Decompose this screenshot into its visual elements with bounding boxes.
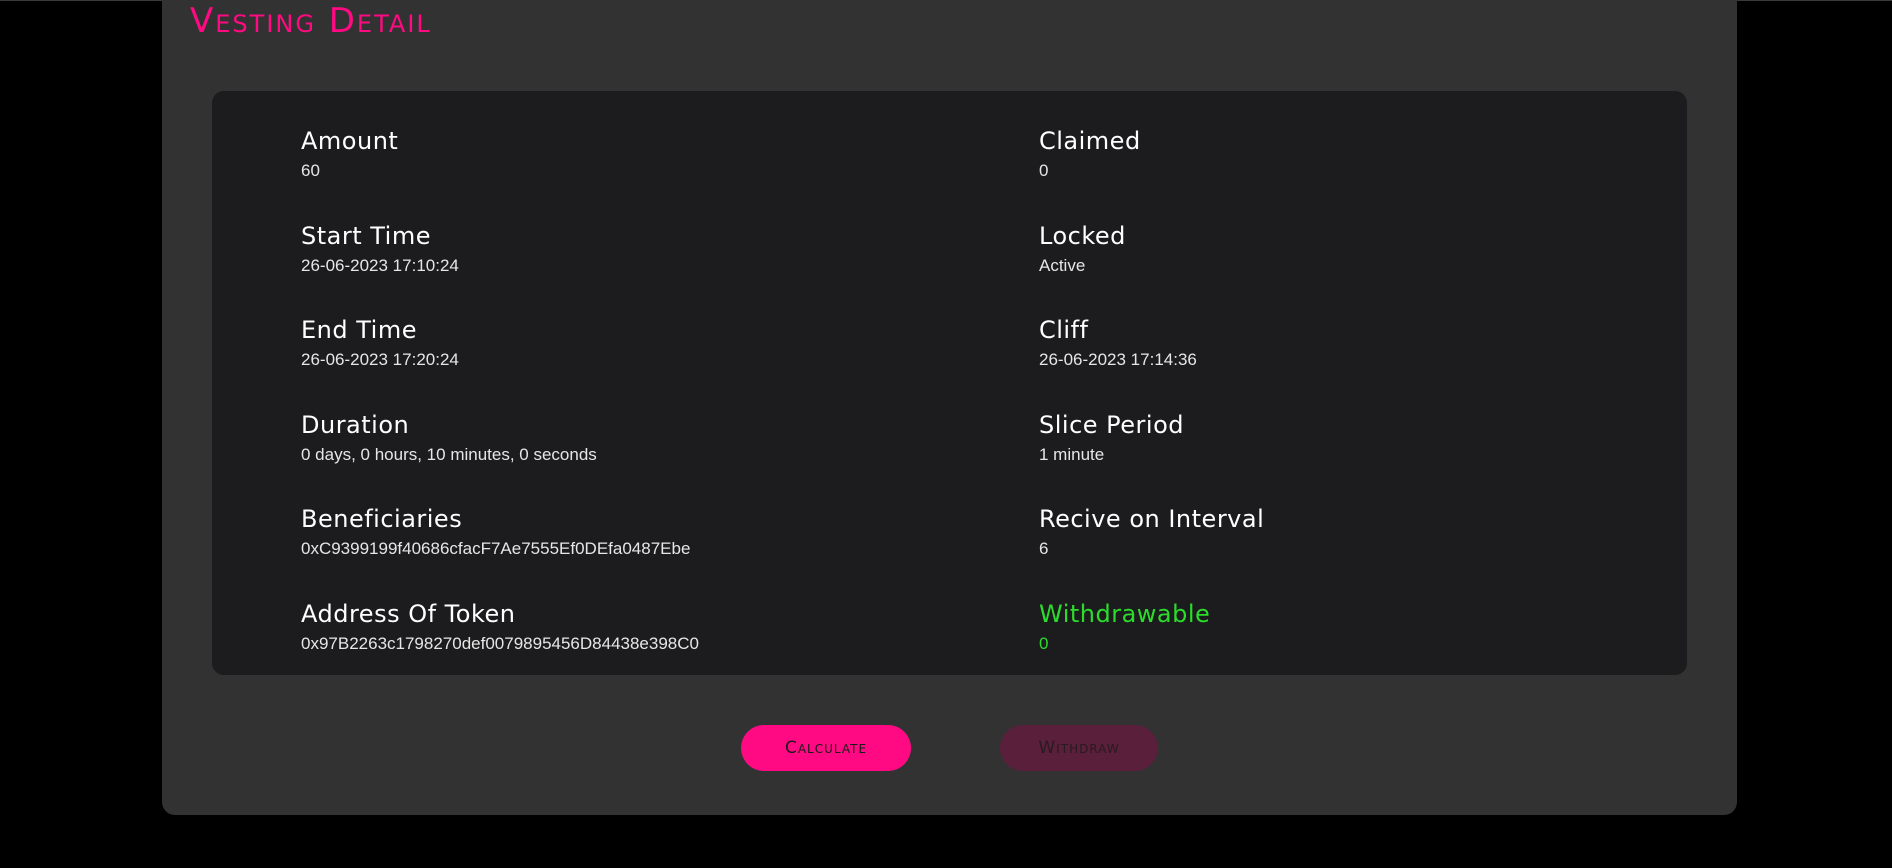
cliff-value: 26-06-2023 17:14:36 <box>1039 350 1197 369</box>
start-time-value: 26-06-2023 17:10:24 <box>301 256 459 275</box>
amount-field: Amount 60 <box>301 126 941 182</box>
amount-label: Amount <box>301 127 399 155</box>
beneficiaries-value: 0xC9399199f40686cfacF7Ae7555Ef0DEfa0487E… <box>301 539 691 558</box>
amount-value: 60 <box>301 161 320 180</box>
start-time-label: Start Time <box>301 222 431 250</box>
token-address-field: Address Of Token 0x97B2263c1798270def007… <box>301 599 941 655</box>
calculate-button[interactable]: Calculate <box>741 725 911 771</box>
duration-label: Duration <box>301 411 410 439</box>
vesting-detail-card: Amount 60 Start Time 26-06-2023 17:10:24… <box>212 91 1687 675</box>
beneficiaries-field: Beneficiaries 0xC9399199f40686cfacF7Ae75… <box>301 504 941 560</box>
withdrawable-label: Withdrawable <box>1039 600 1211 628</box>
locked-field: Locked Active <box>1039 221 1679 277</box>
withdraw-button[interactable]: Withdraw <box>1000 725 1158 771</box>
claimed-field: Claimed 0 <box>1039 126 1679 182</box>
vesting-detail-panel: Vesting Detail Amount 60 Start Time 26-0… <box>162 0 1737 815</box>
receive-on-interval-value: 6 <box>1039 539 1049 558</box>
claimed-label: Claimed <box>1039 127 1141 155</box>
slice-period-value: 1 minute <box>1039 445 1105 464</box>
duration-value: 0 days, 0 hours, 10 minutes, 0 seconds <box>301 445 597 464</box>
page-title: Vesting Detail <box>190 1 432 41</box>
duration-field: Duration 0 days, 0 hours, 10 minutes, 0 … <box>301 410 941 466</box>
slice-period-label: Slice Period <box>1039 411 1184 439</box>
withdrawable-value: 0 <box>1039 634 1049 653</box>
locked-value: Active <box>1039 256 1086 275</box>
end-time-value: 26-06-2023 17:20:24 <box>301 350 459 369</box>
claimed-value: 0 <box>1039 161 1049 180</box>
cliff-label: Cliff <box>1039 316 1089 344</box>
cliff-field: Cliff 26-06-2023 17:14:36 <box>1039 315 1679 371</box>
receive-on-interval-field: Recive on Interval 6 <box>1039 504 1679 560</box>
receive-on-interval-label: Recive on Interval <box>1039 505 1265 533</box>
slice-period-field: Slice Period 1 minute <box>1039 410 1679 466</box>
token-address-value: 0x97B2263c1798270def0079895456D84438e398… <box>301 634 699 653</box>
beneficiaries-label: Beneficiaries <box>301 505 463 533</box>
end-time-label: End Time <box>301 316 417 344</box>
locked-label: Locked <box>1039 222 1126 250</box>
end-time-field: End Time 26-06-2023 17:20:24 <box>301 315 941 371</box>
withdrawable-field: Withdrawable 0 <box>1039 599 1679 655</box>
token-address-label: Address Of Token <box>301 600 516 628</box>
start-time-field: Start Time 26-06-2023 17:10:24 <box>301 221 941 277</box>
